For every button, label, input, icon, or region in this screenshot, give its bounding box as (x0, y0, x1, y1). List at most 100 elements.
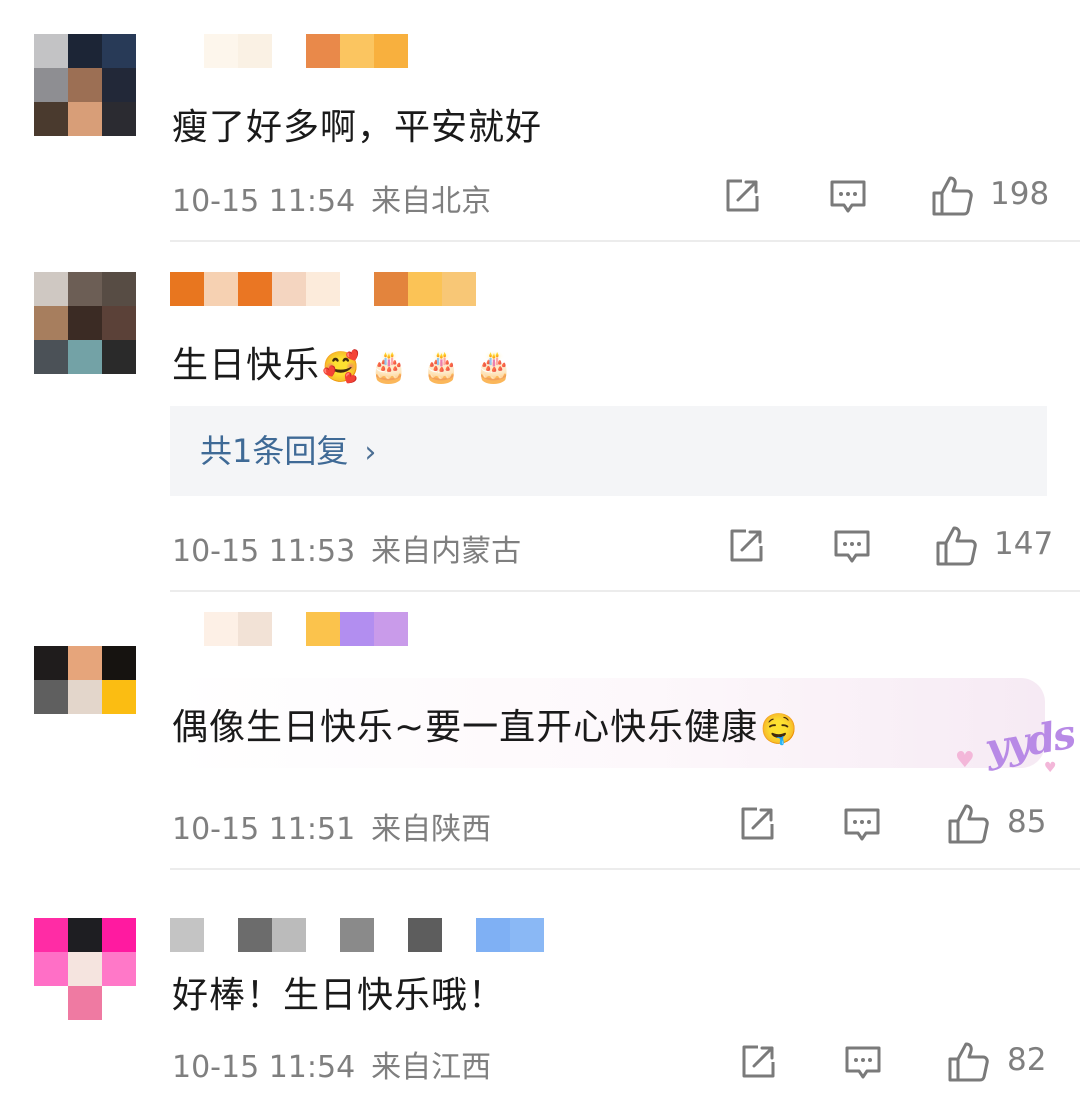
thumbs-up-icon[interactable] (946, 1040, 989, 1082)
comment-meta: 10-15 11:53 来自内蒙古 (172, 526, 521, 570)
avatar-mosaic-cell (102, 272, 136, 306)
cake-emoji-icon: 🎂 (475, 349, 514, 385)
avatar-mosaic-cell (68, 340, 102, 374)
thumbs-up-icon[interactable] (946, 802, 989, 844)
comment-text: 生日快乐🥰 🎂 🎂 🎂 (172, 345, 514, 386)
username-mosaic-cell (204, 34, 238, 68)
avatar-mosaic-cell (34, 986, 68, 1020)
location: 来自陕西 (371, 812, 492, 847)
location: 来自北京 (371, 184, 492, 219)
username-mosaic-cell (306, 918, 340, 952)
username-mosaic-cell (170, 612, 204, 646)
avatar-mosaic-cell (34, 918, 68, 952)
share-icon[interactable] (726, 526, 766, 566)
username-mosaic-cell (306, 34, 340, 68)
username[interactable] (170, 272, 476, 306)
username-mosaic-cell (306, 272, 340, 306)
username-mosaic-cell (442, 918, 476, 952)
avatar-mosaic-cell (102, 918, 136, 952)
username-mosaic-cell (306, 612, 340, 646)
timestamp: 10-15 11:54 (172, 1050, 356, 1085)
avatar[interactable] (34, 34, 136, 136)
comment-icon[interactable] (843, 1042, 883, 1082)
username-mosaic-cell (340, 612, 374, 646)
comment-icon[interactable] (832, 526, 872, 566)
timestamp: 10-15 11:51 (172, 812, 356, 847)
avatar-mosaic-cell (102, 340, 136, 374)
timestamp: 10-15 11:54 (172, 184, 356, 219)
thumbs-up-icon[interactable] (934, 524, 977, 566)
username-mosaic-cell (272, 918, 306, 952)
reply-expander[interactable]: 共1条回复 › (170, 406, 1047, 496)
username-mosaic-cell (374, 34, 408, 68)
username-mosaic-cell (272, 272, 306, 306)
like-count: 147 (994, 526, 1054, 562)
avatar-mosaic-cell (68, 680, 102, 714)
divider (170, 868, 1080, 870)
avatar-mosaic-cell (34, 272, 68, 306)
username-mosaic-cell (442, 272, 476, 306)
avatar[interactable] (34, 612, 136, 714)
avatar-mosaic-cell (68, 68, 102, 102)
username-mosaic-cell (238, 272, 272, 306)
username-mosaic-cell (238, 612, 272, 646)
share-icon[interactable] (738, 1042, 778, 1082)
avatar-mosaic-cell (102, 646, 136, 680)
username-mosaic-cell (204, 612, 238, 646)
comment-text: 偶像生日快乐~要一直开心快乐健康🤤 (172, 707, 799, 748)
username-mosaic-cell (510, 918, 544, 952)
username-mosaic-cell (340, 34, 374, 68)
username-mosaic-cell (238, 34, 272, 68)
username-mosaic-cell (272, 612, 306, 646)
comment-text: 瘦了好多啊，平安就好 (172, 107, 543, 148)
share-icon[interactable] (722, 176, 762, 216)
avatar-mosaic-cell (102, 34, 136, 68)
avatar-mosaic-cell (102, 680, 136, 714)
avatar-mosaic-cell (34, 612, 68, 646)
username-mosaic-cell (374, 612, 408, 646)
avatar-mosaic-cell (102, 952, 136, 986)
username[interactable] (170, 612, 408, 646)
username-mosaic-cell (374, 272, 408, 306)
username[interactable] (170, 34, 408, 68)
comment-icon[interactable] (828, 176, 868, 216)
username-mosaic-cell (476, 918, 510, 952)
avatar-mosaic-cell (68, 34, 102, 68)
share-icon[interactable] (737, 804, 777, 844)
avatar-mosaic-cell (34, 646, 68, 680)
like-count: 198 (990, 176, 1050, 212)
username[interactable] (170, 918, 544, 952)
avatar[interactable] (34, 272, 136, 374)
like-count: 85 (1007, 804, 1047, 840)
username-mosaic-cell (170, 272, 204, 306)
avatar-mosaic-cell (34, 952, 68, 986)
comment-meta: 10-15 11:51 来自陕西 (172, 804, 491, 848)
avatar-mosaic-cell (68, 918, 102, 952)
avatar-mosaic-cell (68, 986, 102, 1020)
thumbs-up-icon[interactable] (930, 174, 973, 216)
avatar-mosaic-cell (34, 306, 68, 340)
timestamp: 10-15 11:53 (172, 534, 356, 569)
avatar[interactable] (34, 918, 136, 1020)
username-mosaic-cell (374, 918, 408, 952)
heart-icon: ♥ (955, 748, 975, 773)
location: 来自内蒙古 (371, 534, 522, 569)
username-mosaic-cell (170, 34, 204, 68)
avatar-mosaic-cell (34, 34, 68, 68)
username-mosaic-cell (170, 918, 204, 952)
avatar-mosaic-cell (102, 612, 136, 646)
username-mosaic-cell (340, 272, 374, 306)
username-mosaic-cell (272, 34, 306, 68)
avatar-mosaic-cell (68, 952, 102, 986)
avatar-mosaic-cell (68, 306, 102, 340)
username-mosaic-cell (204, 918, 238, 952)
reply-count-label: 共1条回复 (200, 432, 349, 470)
divider (170, 240, 1080, 242)
cake-emoji-icon: 🎂 (422, 349, 462, 385)
comment-icon[interactable] (842, 804, 882, 844)
divider (170, 590, 1080, 592)
emoji-icon: 🥰 (322, 349, 361, 385)
avatar-mosaic-cell (102, 986, 136, 1020)
username-mosaic-cell (408, 272, 442, 306)
avatar-mosaic-cell (34, 102, 68, 136)
